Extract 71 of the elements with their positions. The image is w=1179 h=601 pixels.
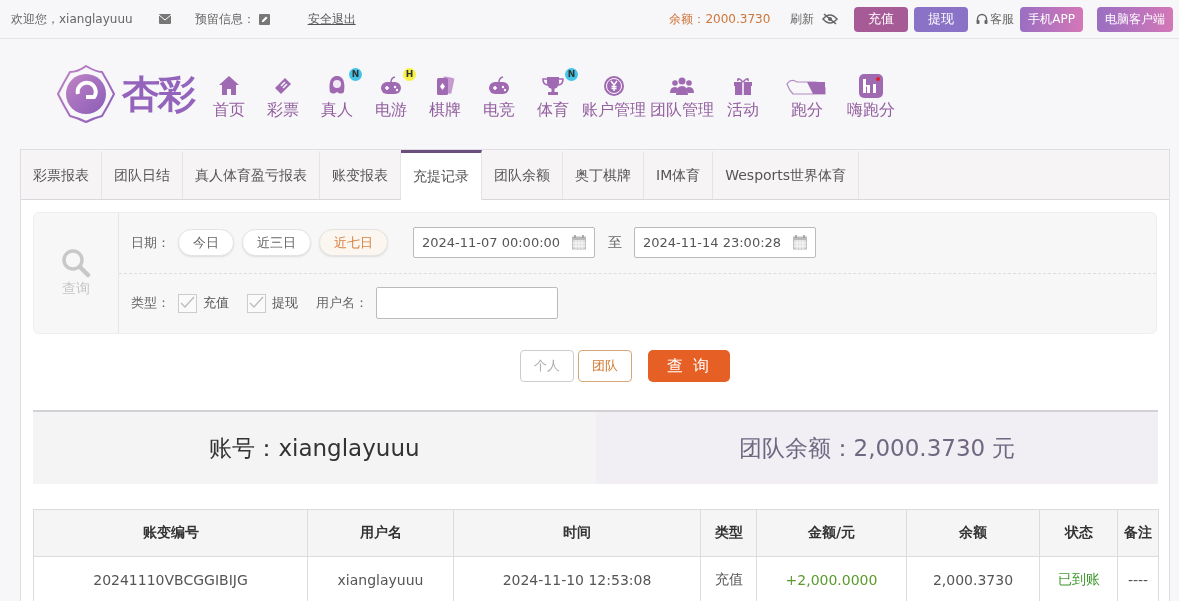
column-header: 备注 (1117, 509, 1159, 557)
checkbox[interactable] (247, 293, 266, 313)
scope-button[interactable]: 团队 (578, 350, 632, 382)
nav-link[interactable]: H 电游 (364, 67, 418, 121)
report-tab[interactable]: 奥丁棋牌 (563, 150, 644, 199)
app-download-button[interactable]: 电脑客户端 (1097, 6, 1173, 32)
query-button[interactable]: 查 询 (648, 350, 730, 382)
deposit-button[interactable]: 充值 (854, 6, 909, 32)
house-icon (217, 73, 241, 98)
yen-coin-icon (602, 73, 626, 98)
range-separator-text: 至 (608, 233, 622, 252)
nav-badge: H (403, 67, 416, 81)
hi-app-icon (859, 73, 883, 98)
brand-logo-text: 杏彩 (122, 70, 194, 118)
calendar-icon (793, 235, 807, 251)
nav-link[interactable]: 跑分 (770, 67, 844, 121)
table-cell: 20241110VBCGGIBIJG (33, 556, 308, 601)
nav-badge: N (565, 67, 578, 81)
calendar-icon (572, 235, 586, 251)
reserved-info-label: 预留信息： (194, 10, 255, 28)
column-header: 状态 (1039, 509, 1118, 557)
nav-link[interactable]: 团队管理 (648, 67, 716, 121)
username-label: 用户名： (316, 294, 368, 313)
type-label: 类型： (131, 294, 170, 313)
report-tab[interactable]: IM体育 (644, 150, 714, 199)
nav-link[interactable]: 账户管理 (580, 67, 648, 121)
date-range-button[interactable]: 近三日 (242, 229, 311, 257)
report-tab[interactable]: 彩票报表 (21, 150, 102, 199)
nav-link[interactable]: 活动 (716, 67, 770, 121)
column-header: 余额 (906, 509, 1040, 557)
app-download-button[interactable]: 手机APP (1020, 6, 1083, 32)
date-label: 日期： (131, 233, 170, 252)
column-header: 类型 (700, 509, 757, 557)
refresh-link[interactable]: 刷新 (790, 10, 815, 28)
date-field[interactable]: 2024-11-07 00:00:00 (413, 227, 595, 259)
eye-slash-icon (822, 13, 839, 25)
edit-icon (258, 13, 270, 25)
report-tab[interactable]: 团队余额 (482, 150, 563, 199)
nav-link[interactable]: 电竞 (472, 67, 526, 121)
checkbox[interactable] (178, 293, 197, 313)
column-header: 用户名 (307, 509, 454, 557)
report-tab[interactable]: 充提记录 (401, 150, 482, 200)
checkbox-label: 充值 (203, 294, 229, 313)
withdraw-button[interactable]: 提现 (914, 6, 969, 32)
column-header: 时间 (453, 509, 701, 557)
column-header: 账变编号 (33, 509, 308, 557)
checkbox-label: 提现 (272, 294, 298, 313)
report-tab[interactable]: 团队日结 (102, 150, 183, 199)
customer-service-link[interactable]: 客服 (990, 10, 1015, 28)
report-tab[interactable]: 真人体育盈亏报表 (183, 150, 320, 199)
nav-link[interactable]: 彩票 (256, 67, 310, 121)
flower-logo-icon (56, 64, 116, 124)
greeting-text: 欢迎您，xianglayuuu (11, 10, 133, 28)
nav-link[interactable]: N 体育 (526, 67, 580, 121)
team-balance-text: 团队余额：2,000.3730 元 (738, 433, 1016, 463)
nav-badge: N (349, 67, 362, 81)
search-icon (61, 248, 91, 278)
balance-text: 余额：2000.3730 (669, 10, 771, 28)
column-header: 金额/元 (756, 509, 907, 557)
logout-link[interactable]: 安全退出 (307, 10, 356, 28)
nav-link[interactable]: N 真人 (310, 67, 364, 121)
account-text: 账号：xianglayuuu (209, 433, 420, 463)
headset-icon (976, 13, 989, 25)
date-field[interactable]: 2024-11-14 23:00:28 (634, 227, 816, 259)
report-tab[interactable]: Wesports世界体育 (713, 150, 860, 199)
nav-link[interactable]: 首页 (202, 67, 256, 121)
nav-link[interactable]: 棋牌 (418, 67, 472, 121)
username-field[interactable] (376, 287, 558, 320)
date-range-button[interactable]: 今日 (178, 229, 234, 257)
nav-link[interactable]: 嗨跑分 (844, 67, 898, 121)
mail-icon (158, 14, 171, 24)
